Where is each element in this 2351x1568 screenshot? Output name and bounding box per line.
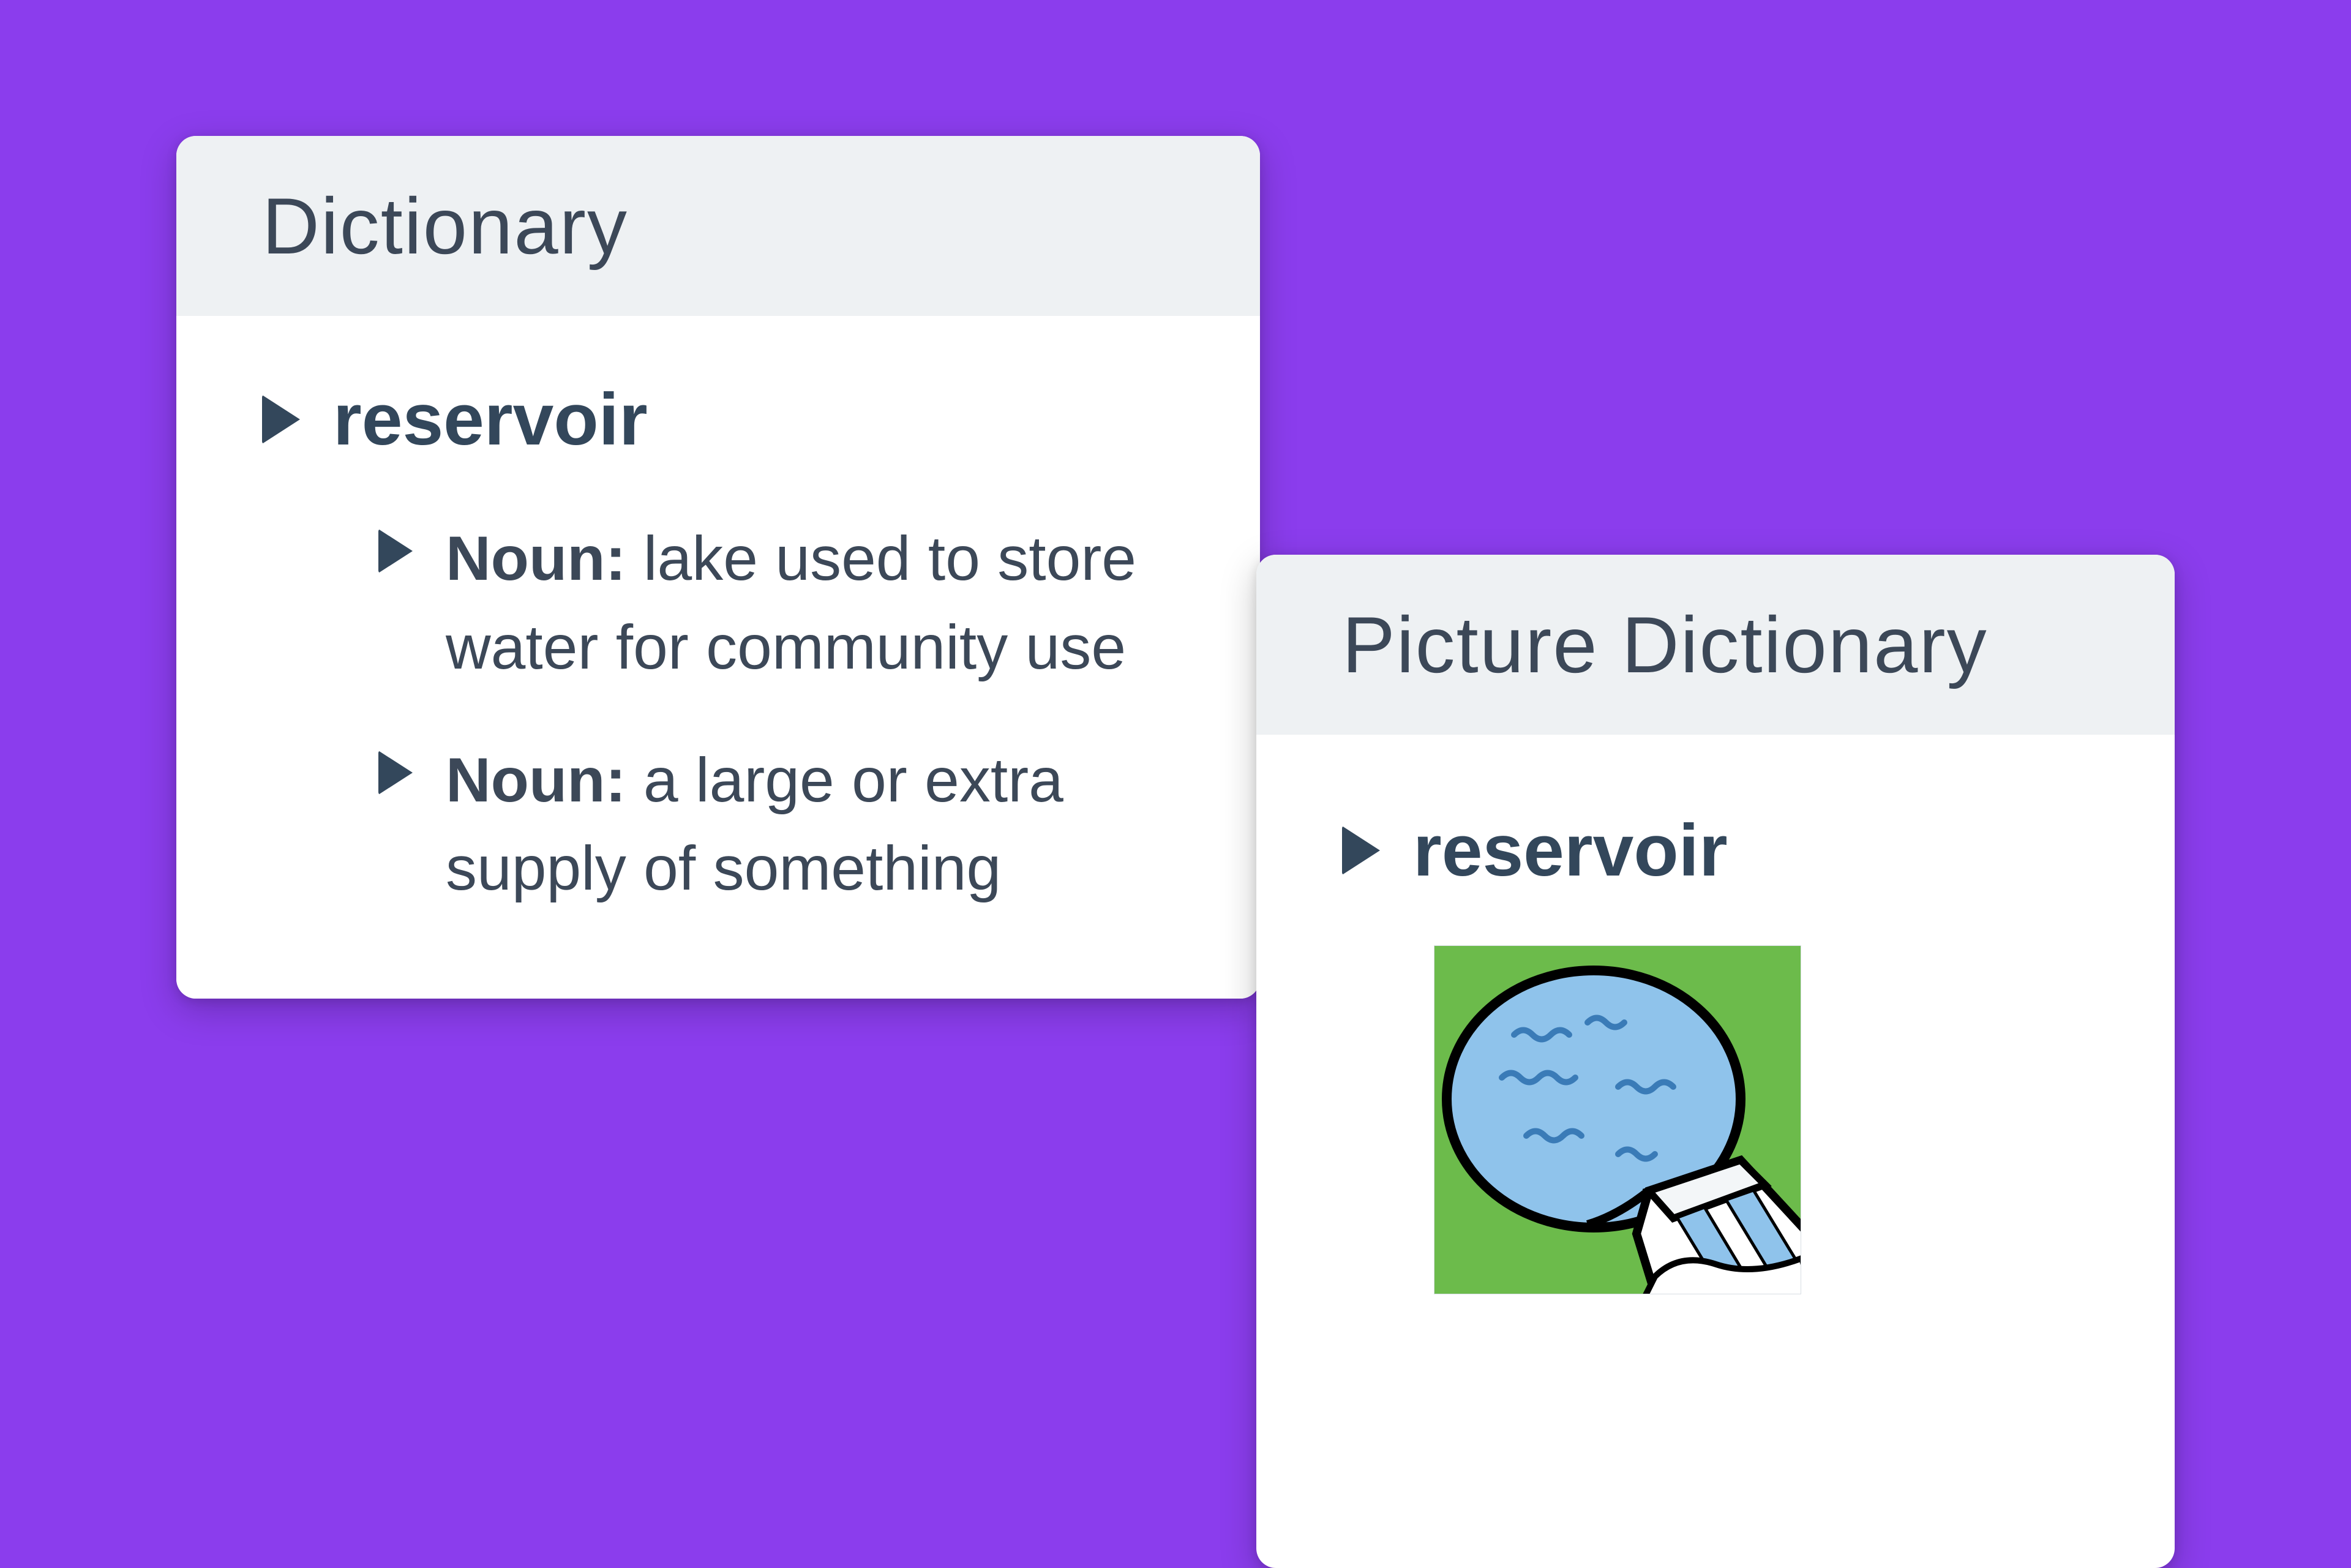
definition-row: Noun: lake used to store water for commu… <box>378 514 1174 692</box>
dictionary-card: Dictionary reservoir Noun: lake used to … <box>176 136 1260 999</box>
picture-word: reservoir <box>1413 808 1728 893</box>
picture-card-title: Picture Dictionary <box>1342 599 2089 691</box>
reservoir-dam-icon <box>1434 946 1801 1294</box>
definition-text: Noun: lake used to store water for commu… <box>446 514 1174 692</box>
play-icon[interactable] <box>378 751 413 795</box>
dictionary-word-row: reservoir <box>262 377 1174 462</box>
play-icon[interactable] <box>378 529 413 573</box>
picture-word-row: reservoir <box>1342 808 2089 893</box>
play-icon[interactable] <box>262 395 300 444</box>
dictionary-word: reservoir <box>333 377 648 462</box>
dictionary-card-body: reservoir Noun: lake used to store water… <box>176 316 1260 999</box>
part-of-speech: Noun: <box>446 523 626 593</box>
play-icon[interactable] <box>1342 826 1380 875</box>
picture-card-header: Picture Dictionary <box>1256 555 2175 735</box>
dictionary-card-header: Dictionary <box>176 136 1260 316</box>
definition-text: Noun: a large or extra supply of somethi… <box>446 736 1174 913</box>
definition-row: Noun: a large or extra supply of somethi… <box>378 736 1174 913</box>
picture-card-body: reservoir <box>1256 735 2175 1405</box>
part-of-speech: Noun: <box>446 745 626 815</box>
picture-dictionary-card: Picture Dictionary reservoir <box>1256 555 2175 1568</box>
dictionary-card-title: Dictionary <box>262 180 1174 272</box>
reservoir-illustration <box>1434 945 1801 1294</box>
